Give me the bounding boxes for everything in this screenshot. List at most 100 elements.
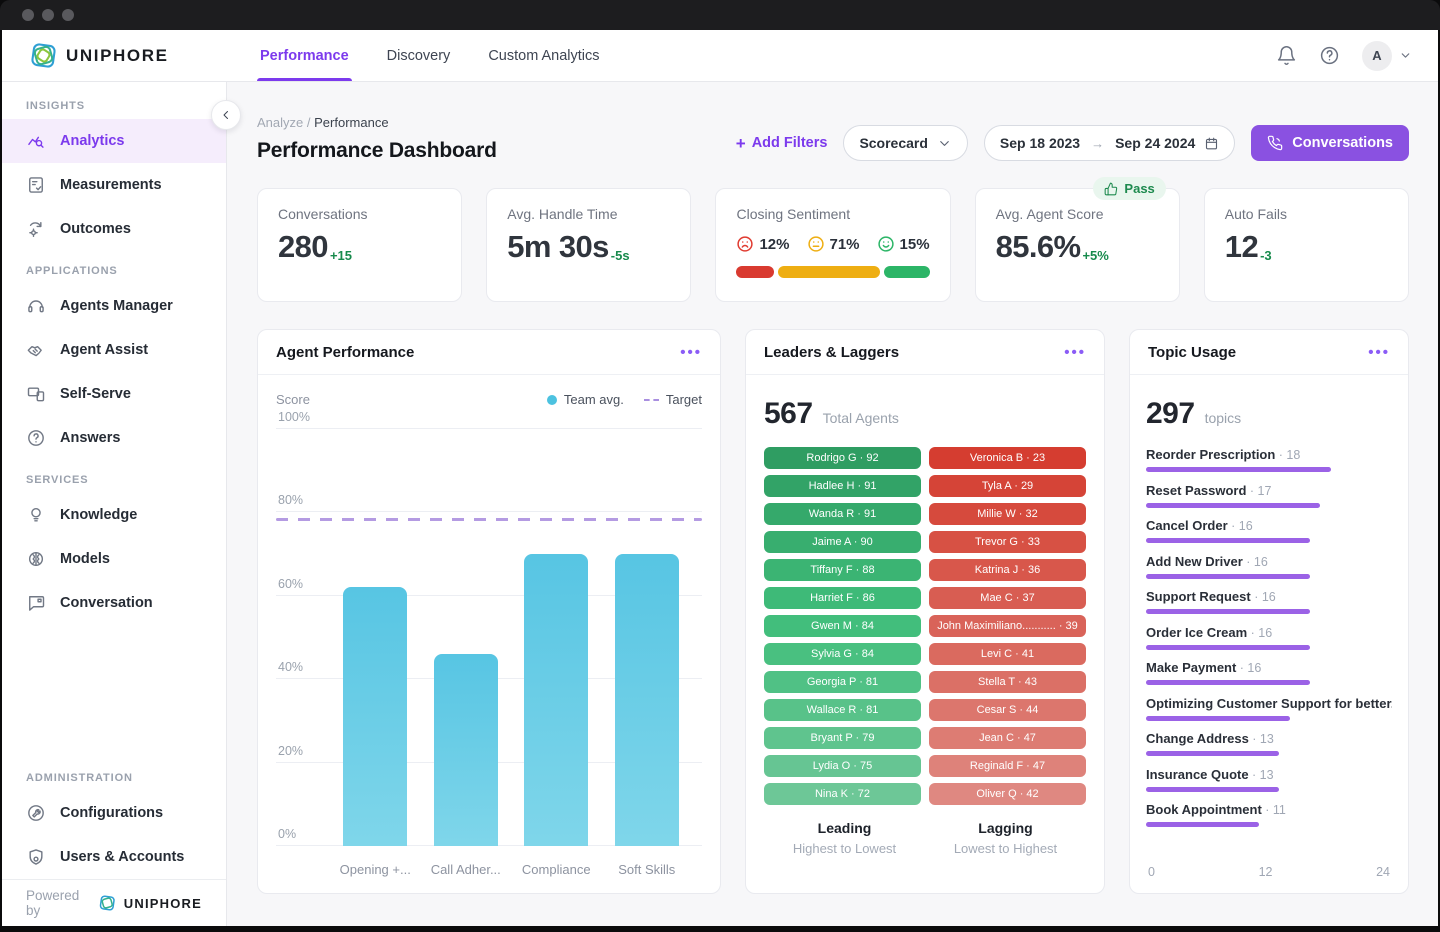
performance-bar[interactable] (615, 554, 679, 846)
tab-performance[interactable]: Performance (260, 30, 349, 81)
date-end: Sep 24 2024 (1115, 135, 1195, 151)
topic-row[interactable]: Add New Driver · 16 (1146, 554, 1392, 579)
leading-agent-pill[interactable]: Sylvia G · 84 (764, 643, 921, 665)
sidebar-item-measurements[interactable]: Measurements (2, 163, 226, 207)
topic-usage-panel: Topic Usage ••• 297 topics Reorder Presc… (1129, 329, 1409, 894)
tab-discovery[interactable]: Discovery (387, 30, 451, 81)
sidebar-item-configurations[interactable]: Configurations (2, 791, 226, 835)
topic-label: Change Address (1146, 731, 1249, 746)
sidebar-item-agent-assist[interactable]: Agent Assist (2, 328, 226, 372)
leading-agent-pill[interactable]: Georgia P · 81 (764, 671, 921, 693)
topic-row[interactable]: Order Ice Cream · 16 (1146, 625, 1392, 650)
leading-agent-pill[interactable]: Gwen M · 84 (764, 615, 921, 637)
topic-row[interactable]: Change Address · 13 (1146, 731, 1392, 756)
kpi-card-agent-score: Pass Avg. Agent Score 85.6%+5% (975, 188, 1180, 302)
sidebar-item-models[interactable]: Models (2, 537, 226, 581)
lagging-agent-pill[interactable]: Katrina J · 36 (929, 559, 1086, 581)
topic-row[interactable]: Cancel Order · 16 (1146, 518, 1392, 543)
sidebar-item-conversation[interactable]: Conversation (2, 581, 226, 625)
topic-usage-axis: 0 12 24 (1146, 857, 1392, 883)
panel-menu-button[interactable]: ••• (1368, 345, 1390, 360)
topic-row[interactable]: Optimizing Customer Support for better..… (1146, 696, 1392, 721)
sidebar-item-outcomes[interactable]: Outcomes (2, 207, 226, 251)
leading-agent-pill[interactable]: Hadlee H · 91 (764, 475, 921, 497)
leading-agent-pill[interactable]: Harriet F · 86 (764, 587, 921, 609)
sidebar-item-self-serve[interactable]: Self-Serve (2, 372, 226, 416)
topic-row[interactable]: Insurance Quote · 13 (1146, 767, 1392, 792)
lagging-agent-pill[interactable]: Levi C · 41 (929, 643, 1086, 665)
sentiment-bar-segment (736, 266, 774, 278)
topic-count: · 11 (1262, 803, 1286, 817)
date-range-picker[interactable]: Sep 18 2023 → Sep 24 2024 (984, 125, 1235, 161)
total-topics-label: topics (1205, 410, 1242, 426)
leading-agent-pill[interactable]: Wallace R · 81 (764, 699, 921, 721)
topic-usage-bar (1146, 538, 1310, 543)
notifications-bell-icon[interactable] (1276, 45, 1297, 66)
topic-row[interactable]: Make Payment · 16 (1146, 660, 1392, 685)
add-filters-button[interactable]: + Add Filters (736, 135, 828, 152)
scorecard-dropdown[interactable]: Scorecard (843, 125, 967, 161)
avatar[interactable]: A (1362, 41, 1392, 71)
performance-bar[interactable] (524, 554, 588, 846)
breadcrumb-section[interactable]: Analyze (257, 115, 303, 130)
lagging-agent-pill[interactable]: Cesar S · 44 (929, 699, 1086, 721)
lagging-agent-pill[interactable]: Trevor G · 33 (929, 531, 1086, 553)
y-axis-title: Score (276, 392, 310, 407)
sidebar-item-users-accounts[interactable]: Users & Accounts (2, 835, 226, 879)
phone-call-icon (1267, 135, 1283, 151)
conversations-button[interactable]: Conversations (1251, 125, 1409, 161)
happy-face-icon (877, 235, 895, 253)
topic-label: Make Payment (1146, 660, 1236, 675)
topic-label: Cancel Order (1146, 518, 1228, 533)
window-zoom-button[interactable] (62, 9, 74, 21)
user-menu[interactable]: A (1362, 41, 1412, 71)
topic-label: Insurance Quote (1146, 767, 1249, 782)
lagging-agent-pill[interactable]: Tyla A · 29 (929, 475, 1086, 497)
kpi-delta: -3 (1260, 248, 1272, 263)
leading-agent-pill[interactable]: Bryant P · 79 (764, 727, 921, 749)
sidebar-item-analytics[interactable]: Analytics (2, 119, 226, 163)
topic-count: · 16 (1236, 661, 1261, 675)
topic-count: · 16 (1247, 626, 1272, 640)
pass-badge: Pass (1093, 177, 1165, 200)
topic-row[interactable]: Support Request · 16 (1146, 589, 1392, 614)
sentiment-negative: 12% (736, 235, 789, 253)
bar-chart-plot: 0%20%40%60%80%100% (276, 429, 702, 846)
leading-agent-pill[interactable]: Wanda R · 91 (764, 503, 921, 525)
lagging-agent-pill[interactable]: Stella T · 43 (929, 671, 1086, 693)
leading-agent-pill[interactable]: Lydia O · 75 (764, 755, 921, 777)
shield-user-icon (26, 847, 46, 867)
leading-agent-pill[interactable]: Rodrigo G · 92 (764, 447, 921, 469)
sidebar-item-answers[interactable]: Answers (2, 416, 226, 460)
lagging-agent-pill[interactable]: Millie W · 32 (929, 503, 1086, 525)
topic-row[interactable]: Reorder Prescription · 18 (1146, 447, 1392, 472)
leading-agent-pill[interactable]: Jaime A · 90 (764, 531, 921, 553)
help-icon[interactable] (1319, 45, 1340, 66)
performance-bar[interactable] (434, 654, 498, 846)
performance-bar[interactable] (343, 587, 407, 846)
topic-row[interactable]: Book Appointment · 11 (1146, 802, 1392, 827)
leading-agent-pill[interactable]: Tiffany F · 88 (764, 559, 921, 581)
lagging-agent-pill[interactable]: Oliver Q · 42 (929, 783, 1086, 805)
topic-usage-bar (1146, 574, 1310, 579)
tab-custom-analytics[interactable]: Custom Analytics (488, 30, 599, 81)
sidebar-footer: Powered by UNIPHORE (2, 879, 226, 926)
topic-count: · 13 (1249, 732, 1274, 746)
kpi-card-closing-sentiment: Closing Sentiment 12% 71% 15% (715, 188, 950, 302)
sidebar-collapse-button[interactable] (211, 100, 241, 130)
lagging-agent-pill[interactable]: John Maximiliano........... · 39 (929, 615, 1086, 637)
sidebar-item-agents-manager[interactable]: Agents Manager (2, 284, 226, 328)
lagging-agent-pill[interactable]: Mae C · 37 (929, 587, 1086, 609)
topic-row[interactable]: Reset Password · 17 (1146, 483, 1392, 508)
sidebar-item-knowledge[interactable]: Knowledge (2, 493, 226, 537)
leading-agent-pill[interactable]: Nina K · 72 (764, 783, 921, 805)
panel-menu-button[interactable]: ••• (1064, 345, 1086, 360)
window-minimize-button[interactable] (42, 9, 54, 21)
topic-count: · 16 (1243, 555, 1268, 569)
lagging-agent-pill[interactable]: Jean C · 47 (929, 727, 1086, 749)
window-close-button[interactable] (22, 9, 34, 21)
lagging-agent-pill[interactable]: Reginald F · 47 (929, 755, 1086, 777)
lagging-agent-pill[interactable]: Veronica B · 23 (929, 447, 1086, 469)
date-start: Sep 18 2023 (1000, 135, 1080, 151)
panel-menu-button[interactable]: ••• (680, 345, 702, 360)
